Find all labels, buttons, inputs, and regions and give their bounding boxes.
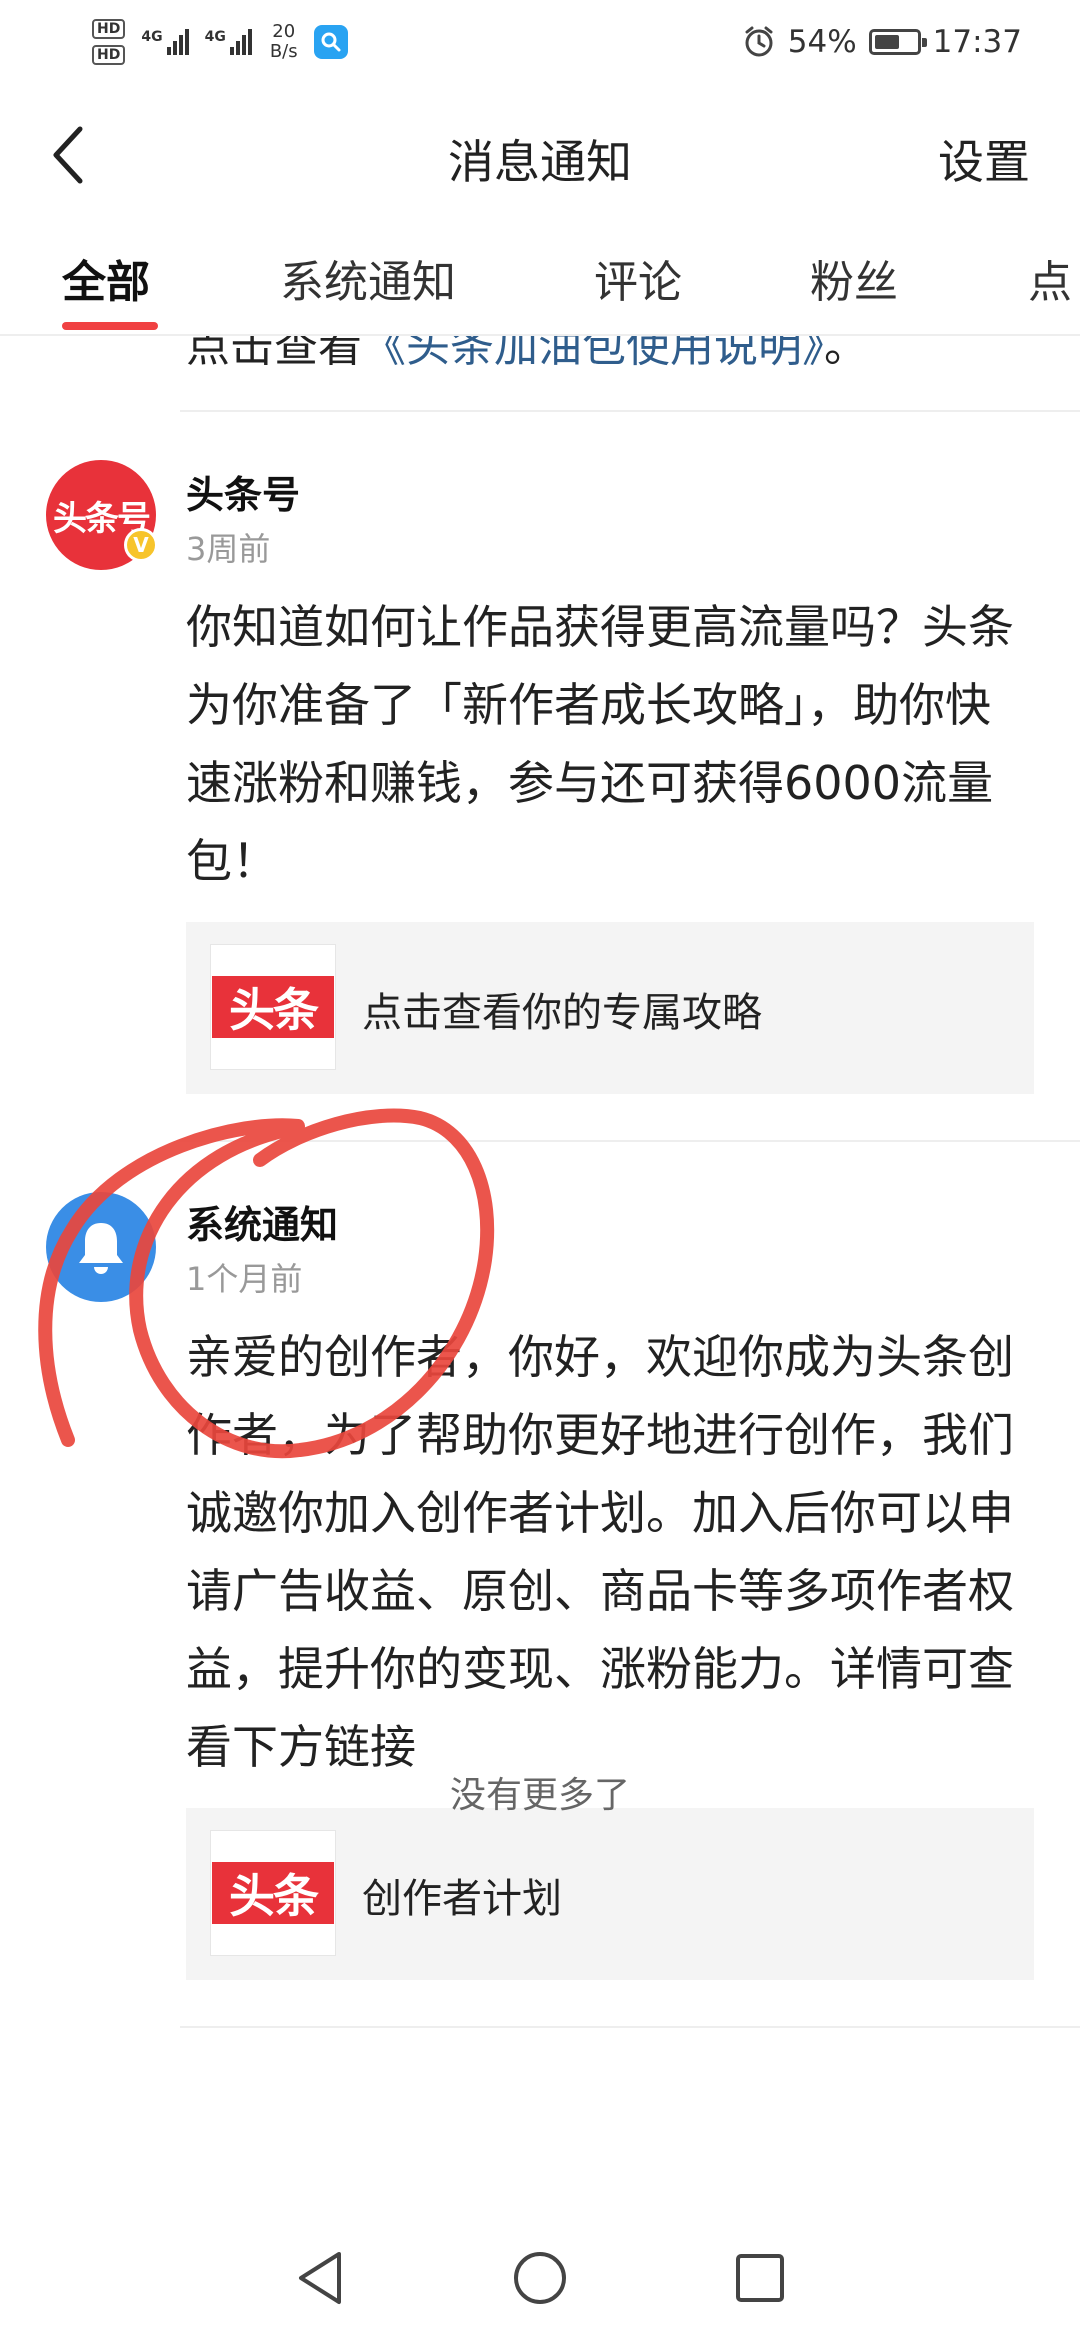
hd-badge-2: HD [92,45,126,65]
hd-badge-1: HD [92,19,126,39]
verified-badge: V [124,528,158,562]
system-nav-bar [0,2216,1080,2340]
guide-link[interactable]: 《头条加油包使用说明》 [362,336,824,372]
card-title: 创作者计划 [362,1876,562,1922]
network-type-2: 4G [204,29,226,45]
status-right: 54% 17:37 [742,14,1022,70]
partial-prefix: 点击查看 [186,336,362,372]
status-left: HD HD 4G 4G 20 B/s [92,14,348,70]
message-body: 亲爱的创作者，你好，欢迎你成为头条创作者，为了帮助你更好地进行创作，我们诚邀你加… [186,1330,1014,1774]
clock: 17:37 [932,24,1022,60]
nav-back-button[interactable] [285,2243,355,2313]
partial-message-text: 点击查看《头条加油包使用说明》。 [186,336,868,374]
title-bar: 消息通知 设置 [0,100,1080,210]
alarm-icon [745,26,773,57]
circle-home-icon [514,2252,566,2304]
message-feed[interactable]: 点击查看《头条加油包使用说明》。 头条号 V 头条号 3周前 你知道如何让作品获… [0,336,1080,2216]
settings-button[interactable]: 设置 [938,126,1030,192]
creator-plan-card[interactable]: 头条 创作者计划 [186,1808,1034,1980]
message-time: 1个月前 [186,1260,303,1298]
toutiao-logo-text: 头条 [212,1862,334,1924]
message-body: 你知道如何让作品获得更高流量吗？头条为你准备了「新作者成长攻略」，助你快速涨粉和… [186,600,1014,888]
bell-icon [79,1223,123,1274]
message-sender: 头条号 [186,473,301,517]
signal-icon-sim1: 4G [141,29,189,55]
tab-all[interactable]: 全部 [62,246,150,310]
tab-system[interactable]: 系统通知 [280,246,456,310]
divider [180,2026,1080,2028]
square-recents-icon [736,2254,784,2302]
battery-percent: 54% [787,24,857,60]
battery-icon [868,29,927,55]
partial-suffix: 。 [824,336,868,372]
toutiao-logo: 头条 [210,1830,336,1956]
tab-likes[interactable]: 点 [1028,246,1072,310]
network-type-1: 4G [141,29,163,45]
avatar-system[interactable] [46,1192,156,1302]
tab-bar: 全部 系统通知 评论 粉丝 点 [0,236,1080,336]
active-tab-indicator [62,322,158,330]
network-speed: 20 B/s [270,22,298,62]
tab-fans[interactable]: 粉丝 [810,246,898,310]
speed-value: 20 [272,21,296,42]
divider [180,410,1080,412]
notification-app-icon [313,25,348,59]
message-sender: 系统通知 [186,1203,339,1247]
toutiao-logo: 头条 [210,944,336,1070]
avatar-toutiaohao[interactable]: 头条号 V [46,460,158,570]
message-time: 3周前 [186,530,271,568]
tab-comments[interactable]: 评论 [594,246,682,310]
signal-icon-sim2: 4G [205,29,252,55]
divider [180,1140,1080,1142]
status-bar: HD HD 4G 4G 20 B/s 54% 17:37 [0,0,1080,84]
hd-indicators: HD HD [92,19,126,65]
toutiao-logo-text: 头条 [212,976,334,1038]
nav-home-button[interactable] [505,2243,575,2313]
nav-recents-button[interactable] [725,2243,795,2313]
triangle-back-icon [299,2252,341,2304]
speed-unit: B/s [269,41,298,62]
card-title: 点击查看你的专属攻略 [362,990,762,1036]
guide-link-card[interactable]: 头条 点击查看你的专属攻略 [186,922,1034,1094]
no-more-label: 没有更多了 [449,1775,630,1816]
page-title: 消息通知 [448,135,632,189]
